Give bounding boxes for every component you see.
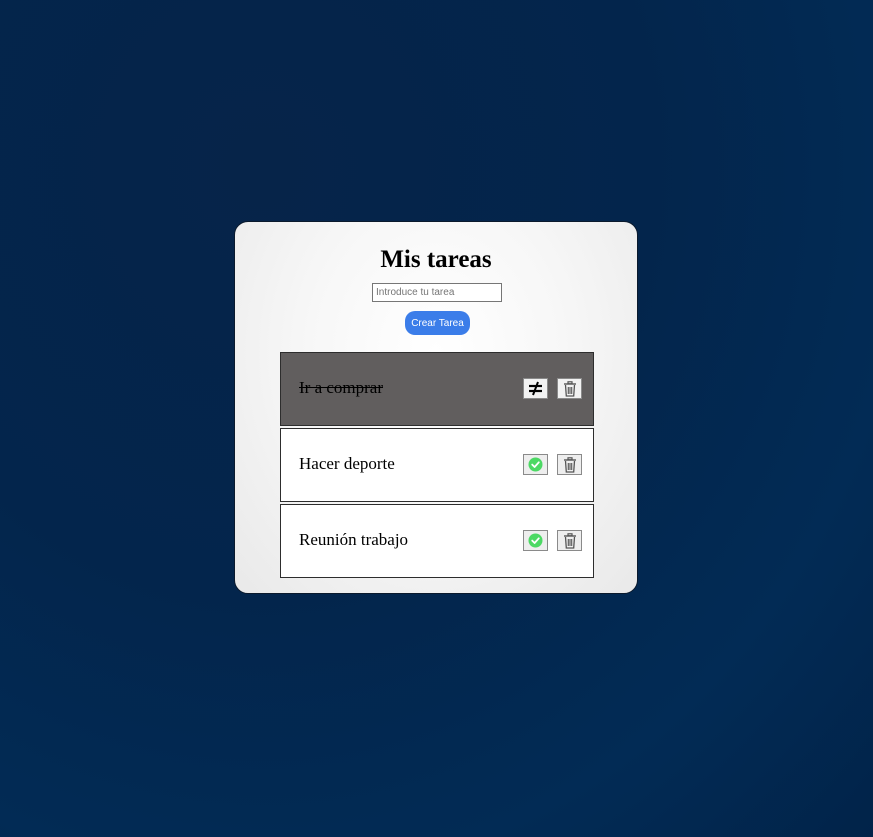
trash-icon bbox=[563, 456, 576, 473]
complete-task-button[interactable] bbox=[523, 530, 548, 551]
delete-task-button[interactable] bbox=[557, 378, 582, 399]
task-list: Ir a comprar Hacer deporte Reunión traba… bbox=[280, 352, 594, 580]
task-input[interactable] bbox=[372, 283, 502, 302]
task-label: Reunión trabajo bbox=[299, 530, 409, 549]
trash-icon bbox=[563, 380, 576, 397]
uncomplete-task-button[interactable] bbox=[523, 378, 548, 399]
not-equal-icon bbox=[529, 381, 542, 396]
task-label: Ir a comprar bbox=[299, 378, 384, 397]
page-title: Mis tareas bbox=[380, 246, 492, 273]
check-circle-icon bbox=[528, 457, 543, 472]
task-item: Hacer deporte bbox=[280, 428, 594, 502]
create-task-button[interactable]: Crear Tarea bbox=[405, 311, 470, 335]
trash-icon bbox=[563, 532, 576, 549]
check-circle-icon bbox=[528, 533, 543, 548]
task-item: Reunión trabajo bbox=[280, 504, 594, 578]
todo-card: Mis tareas Crear Tarea Ir a comprar bbox=[234, 221, 638, 594]
delete-task-button[interactable] bbox=[557, 530, 582, 551]
task-label: Hacer deporte bbox=[299, 454, 395, 473]
complete-task-button[interactable] bbox=[523, 454, 548, 475]
delete-task-button[interactable] bbox=[557, 454, 582, 475]
task-item: Ir a comprar bbox=[280, 352, 594, 426]
